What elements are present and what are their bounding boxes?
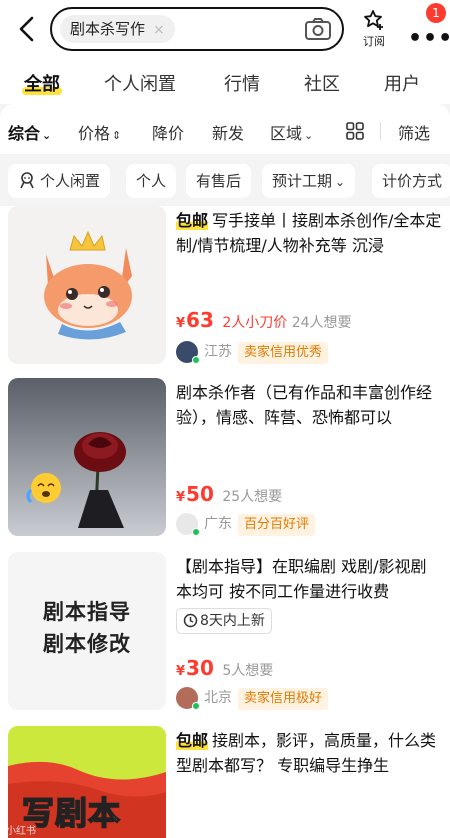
sort-price[interactable]: 价格 ⇕	[78, 120, 121, 144]
tab-community[interactable]: 社区	[304, 70, 340, 96]
price: ¥30	[176, 656, 214, 680]
search-query-text: 剧本杀写作	[70, 20, 146, 38]
price: ¥63	[176, 308, 214, 332]
tab-market[interactable]: 行情	[224, 70, 260, 96]
price: ¥50	[176, 482, 214, 506]
online-dot	[192, 702, 200, 710]
credit-badge: 卖家信用极好	[238, 688, 329, 710]
tag-work-period[interactable]: 预计工期 ⌄	[262, 164, 356, 198]
back-button[interactable]	[14, 14, 40, 44]
free-shipping-badge: 包邮	[176, 731, 209, 750]
tab-users[interactable]: 用户	[384, 70, 420, 96]
search-query-chip[interactable]: 剧本杀写作 ×	[60, 15, 175, 43]
chevron-down-icon: ⌄	[335, 175, 346, 189]
tag-pricing-method[interactable]: 计价方式	[372, 164, 450, 198]
tab-all[interactable]: 全部	[22, 70, 62, 96]
star-plus-icon	[364, 10, 383, 30]
clock-icon	[183, 613, 198, 628]
listing-title[interactable]: 【剧本指导】在职编剧 戏剧/影视剧本均可 按不同工作量进行收费	[176, 554, 442, 604]
online-dot	[192, 528, 200, 536]
camera-icon[interactable]	[304, 17, 332, 41]
seller-info[interactable]: 江苏 卖家信用优秀	[176, 340, 329, 364]
listing-card[interactable]: 包邮 写手接单丨接剧本杀创作/全本定制/情节梳理/人物补充等 沉浸 ¥63 2人小…	[0, 206, 450, 378]
sort-updown-icon: ⇕	[112, 129, 122, 142]
chevron-left-icon	[19, 16, 34, 42]
tab-personal-idle[interactable]: 个人闲置	[104, 70, 176, 96]
sort-price-drop[interactable]: 降价	[152, 120, 184, 144]
seller-location: 江苏	[204, 344, 232, 360]
wants-count: 24人想要	[291, 315, 352, 331]
notification-badge: 1	[426, 3, 446, 23]
subscribe-button[interactable]: 订阅	[356, 9, 392, 55]
free-shipping-badge: 包邮	[176, 211, 209, 230]
chevron-down-icon: ⌄	[304, 129, 314, 142]
listing-title[interactable]: 包邮 接剧本，影评，高质量，什么类型剧本都写？ 专职编导生挣生	[176, 728, 442, 778]
price-row: ¥50 25人想要	[176, 482, 282, 506]
listing-thumbnail[interactable]	[8, 206, 166, 364]
filter-button[interactable]: 筛选	[398, 120, 430, 144]
credit-badge: 百分百好评	[238, 514, 316, 536]
clear-query-icon[interactable]: ×	[153, 22, 165, 38]
chevron-down-icon: ⌄	[42, 129, 52, 142]
price-row: ¥63 2人小刀价 24人想要	[176, 308, 352, 332]
price-row: ¥30 5人想要	[176, 656, 273, 680]
person-icon	[20, 172, 34, 189]
more-button[interactable]: ••• 1	[404, 3, 450, 51]
listing-title[interactable]: 包邮 写手接单丨接剧本杀创作/全本定制/情节梳理/人物补充等 沉浸	[176, 208, 442, 258]
avatar	[176, 341, 200, 364]
sort-composite[interactable]: 综合 ⌄	[8, 120, 51, 144]
seller-location: 广东	[204, 516, 232, 532]
filter-region[interactable]: 区域 ⌄	[270, 120, 313, 144]
cartoon-fox-illustration	[8, 206, 166, 364]
subscribe-label: 订阅	[363, 35, 385, 48]
listing-title[interactable]: 剧本杀作者（已有作品和丰富创作经验），情感、阵营、恐怖都可以	[176, 380, 442, 430]
listing-card[interactable]: 剧本指导 剧本修改 【剧本指导】在职编剧 戏剧/影视剧本均可 按不同工作量进行收…	[0, 552, 450, 726]
sort-new[interactable]: 新发	[212, 120, 244, 144]
search-box[interactable]: 剧本杀写作 ×	[50, 7, 344, 51]
listing-thumbnail[interactable]	[8, 378, 166, 536]
rose-photo	[8, 378, 166, 536]
grid-view-icon[interactable]	[346, 122, 364, 140]
top-bar: 剧本杀写作 × 订阅 ••• 1	[0, 0, 450, 60]
wants-count: 25人想要	[222, 489, 283, 505]
divider	[380, 122, 381, 140]
avatar	[176, 687, 200, 710]
seller-info[interactable]: 广东 百分百好评	[176, 512, 316, 536]
watermark: 小红书	[6, 826, 36, 837]
category-tabs: 全部 个人闲置 行情 社区 用户	[0, 60, 450, 104]
listing-thumbnail[interactable]: 剧本指导 剧本修改	[8, 552, 166, 710]
seller-info[interactable]: 北京 卖家信用极好	[176, 686, 329, 710]
more-dots-icon: •••	[408, 26, 450, 51]
thumbnail-text: 剧本指导 剧本修改	[43, 600, 131, 656]
tag-personal-idle[interactable]: 个人闲置	[8, 164, 111, 198]
tag-personal[interactable]: 个人	[126, 164, 177, 198]
listing-card[interactable]: 写剧本 包邮 接剧本，影评，高质量，什么类型剧本都写？ 专职编导生挣生	[0, 726, 450, 838]
new-listing-tag: 8天内上新	[176, 608, 272, 634]
seller-location: 北京	[204, 690, 232, 706]
sort-filter-bar: 综合 ⌄ 价格 ⇕ 降价 新发 区域 ⌄ 筛选	[0, 104, 450, 154]
tag-chips: 个人闲置 个人 有售后 预计工期 ⌄ 计价方式	[0, 156, 450, 206]
thumbnail-text: 写剧本	[21, 793, 122, 833]
listing-card[interactable]: 剧本杀作者（已有作品和丰富创作经验），情感、阵营、恐怖都可以 ¥50 25人想要…	[0, 378, 450, 552]
wants-count: 5人想要	[222, 663, 274, 679]
tag-after-sales[interactable]: 有售后	[186, 164, 252, 198]
online-dot	[192, 356, 200, 364]
avatar	[176, 513, 200, 536]
credit-badge: 卖家信用优秀	[238, 342, 329, 364]
bargain-label: 2人小刀价	[222, 315, 288, 331]
